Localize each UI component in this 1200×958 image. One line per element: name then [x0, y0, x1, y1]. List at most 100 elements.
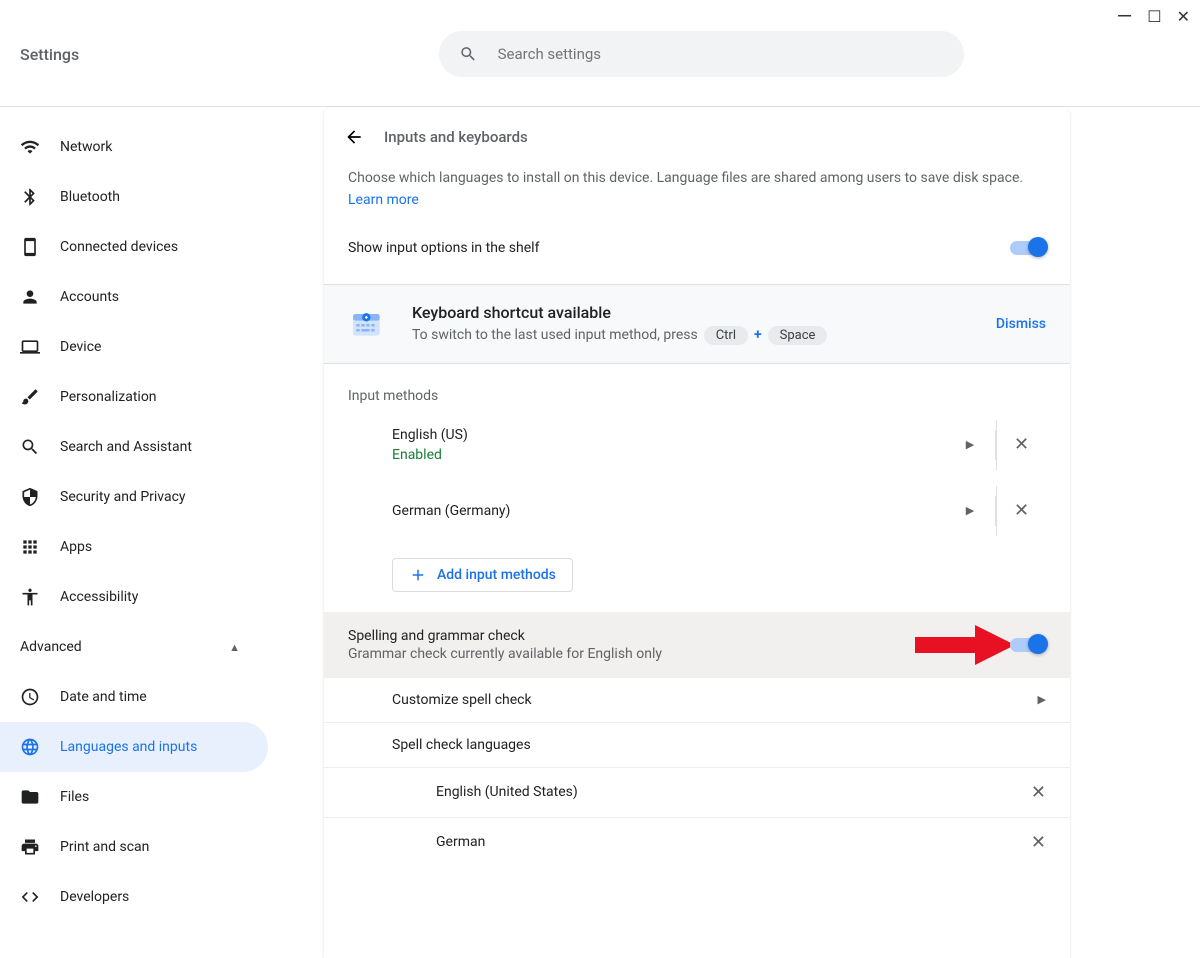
input-method-name: English (US)	[392, 427, 945, 443]
input-method-row[interactable]: German (Germany) ▶ ✕	[324, 478, 1070, 544]
shield-icon	[20, 487, 40, 507]
input-method-details-button[interactable]: ▶	[945, 486, 995, 536]
spell-check-language-row: English (United States) ✕	[324, 767, 1070, 817]
show-input-options-row: Show input options in the shelf	[324, 212, 1070, 284]
apps-icon	[20, 537, 40, 557]
sidebar-item-print-scan[interactable]: Print and scan	[0, 822, 324, 872]
key-ctrl: Ctrl	[704, 326, 748, 345]
chevron-right-icon: ▶	[966, 504, 974, 517]
sidebar-item-label: Network	[60, 139, 112, 155]
sidebar-item-label: Print and scan	[60, 839, 149, 855]
input-method-name: German (Germany)	[392, 503, 945, 519]
sidebar: Network Bluetooth Connected devices Acco…	[0, 107, 324, 922]
spell-check-languages-label: Spell check languages	[324, 723, 1070, 767]
customize-spell-check-row[interactable]: Customize spell check ▶	[324, 678, 1070, 723]
search-input[interactable]	[498, 45, 945, 63]
back-arrow-icon[interactable]	[344, 127, 364, 147]
wifi-icon	[20, 137, 40, 157]
plus-icon	[409, 566, 427, 584]
keyboard-shortcut-title: Keyboard shortcut available	[412, 303, 972, 322]
sidebar-item-languages-inputs[interactable]: Languages and inputs	[0, 722, 268, 772]
sidebar-item-network[interactable]: Network	[0, 122, 324, 172]
sidebar-item-connected-devices[interactable]: Connected devices	[0, 222, 324, 272]
clock-icon	[20, 687, 40, 707]
input-method-details-button[interactable]: ▶	[945, 420, 995, 470]
chevron-up-icon: ▲	[229, 641, 240, 654]
sidebar-item-date-time[interactable]: Date and time	[0, 672, 324, 722]
spelling-grammar-toggle[interactable]	[1010, 638, 1046, 652]
customize-spell-check-label: Customize spell check	[392, 692, 532, 708]
search-icon	[459, 44, 477, 64]
sidebar-item-security-privacy[interactable]: Security and Privacy	[0, 472, 324, 522]
show-input-options-toggle[interactable]	[1010, 241, 1046, 255]
sidebar-item-label: Security and Privacy	[60, 489, 186, 505]
print-icon	[20, 837, 40, 857]
brush-icon	[20, 387, 40, 407]
input-method-status: Enabled	[392, 447, 945, 463]
input-method-row[interactable]: English (US) Enabled ▶ ✕	[324, 412, 1070, 478]
sidebar-item-label: Developers	[60, 889, 129, 905]
person-icon	[20, 287, 40, 307]
close-icon: ✕	[1014, 500, 1029, 521]
sidebar-item-label: Bluetooth	[60, 189, 120, 205]
sidebar-advanced-toggle[interactable]: Advanced ▲	[0, 622, 260, 672]
sidebar-item-label: Languages and inputs	[60, 739, 197, 755]
spelling-grammar-title: Spelling and grammar check	[348, 628, 662, 644]
input-methods-section-label: Input methods	[324, 364, 1070, 412]
remove-language-button[interactable]: ✕	[1031, 832, 1046, 853]
dismiss-button[interactable]: Dismiss	[996, 316, 1046, 332]
add-input-methods-label: Add input methods	[437, 567, 556, 583]
close-icon: ✕	[1014, 434, 1029, 455]
phone-icon	[20, 237, 40, 257]
sidebar-item-label: Personalization	[60, 389, 157, 405]
input-method-remove-button[interactable]: ✕	[996, 420, 1046, 470]
sidebar-item-label: Accounts	[60, 289, 119, 305]
key-space: Space	[768, 326, 828, 345]
search-icon	[20, 437, 40, 457]
section-description: Choose which languages to install on thi…	[348, 170, 1023, 186]
add-input-methods-button[interactable]: Add input methods	[392, 558, 573, 592]
sidebar-item-label: Device	[60, 339, 101, 355]
sidebar-item-apps[interactable]: Apps	[0, 522, 324, 572]
keyboard-shortcut-desc: To switch to the last used input method,…	[412, 327, 698, 343]
chevron-right-icon: ▶	[966, 438, 974, 451]
accessibility-icon	[20, 587, 40, 607]
chevron-right-icon: ▶	[1038, 693, 1046, 706]
spelling-grammar-sub: Grammar check currently available for En…	[348, 646, 662, 662]
folder-icon	[20, 787, 40, 807]
sidebar-item-label: Search and Assistant	[60, 439, 192, 455]
sidebar-item-label: Connected devices	[60, 239, 178, 255]
code-icon	[20, 887, 40, 907]
sidebar-item-label: Apps	[60, 539, 92, 555]
red-arrow-annotation	[915, 625, 1015, 665]
app-title: Settings	[20, 45, 79, 64]
keyboard-shortcut-card: Keyboard shortcut available To switch to…	[324, 284, 1070, 364]
sidebar-item-accessibility[interactable]: Accessibility	[0, 572, 324, 622]
sidebar-advanced-label: Advanced	[20, 639, 82, 655]
laptop-icon	[20, 337, 40, 357]
page-title: Inputs and keyboards	[384, 128, 528, 146]
spell-check-language-name: English (United States)	[436, 784, 578, 800]
bluetooth-icon	[20, 187, 40, 207]
keyboard-shortcut-icon	[348, 304, 388, 344]
remove-language-button[interactable]: ✕	[1031, 782, 1046, 803]
main-panel: Inputs and keyboards Choose which langua…	[324, 107, 1070, 958]
spell-check-language-name: German	[436, 834, 485, 850]
spelling-grammar-row: Spelling and grammar check Grammar check…	[324, 612, 1070, 678]
globe-icon	[20, 737, 40, 757]
sidebar-item-device[interactable]: Device	[0, 322, 324, 372]
search-bar[interactable]	[439, 31, 964, 77]
sidebar-item-developers[interactable]: Developers	[0, 872, 324, 922]
input-method-remove-button[interactable]: ✕	[996, 486, 1046, 536]
sidebar-item-search-assistant[interactable]: Search and Assistant	[0, 422, 324, 472]
show-input-options-label: Show input options in the shelf	[348, 240, 539, 256]
sidebar-item-label: Accessibility	[60, 589, 138, 605]
spell-check-language-row: German ✕	[324, 817, 1070, 867]
sidebar-item-accounts[interactable]: Accounts	[0, 272, 324, 322]
learn-more-link[interactable]: Learn more	[348, 192, 419, 208]
sidebar-item-bluetooth[interactable]: Bluetooth	[0, 172, 324, 222]
sidebar-item-personalization[interactable]: Personalization	[0, 372, 324, 422]
sidebar-item-files[interactable]: Files	[0, 772, 324, 822]
sidebar-item-label: Date and time	[60, 689, 147, 705]
key-plus: +	[754, 327, 762, 343]
